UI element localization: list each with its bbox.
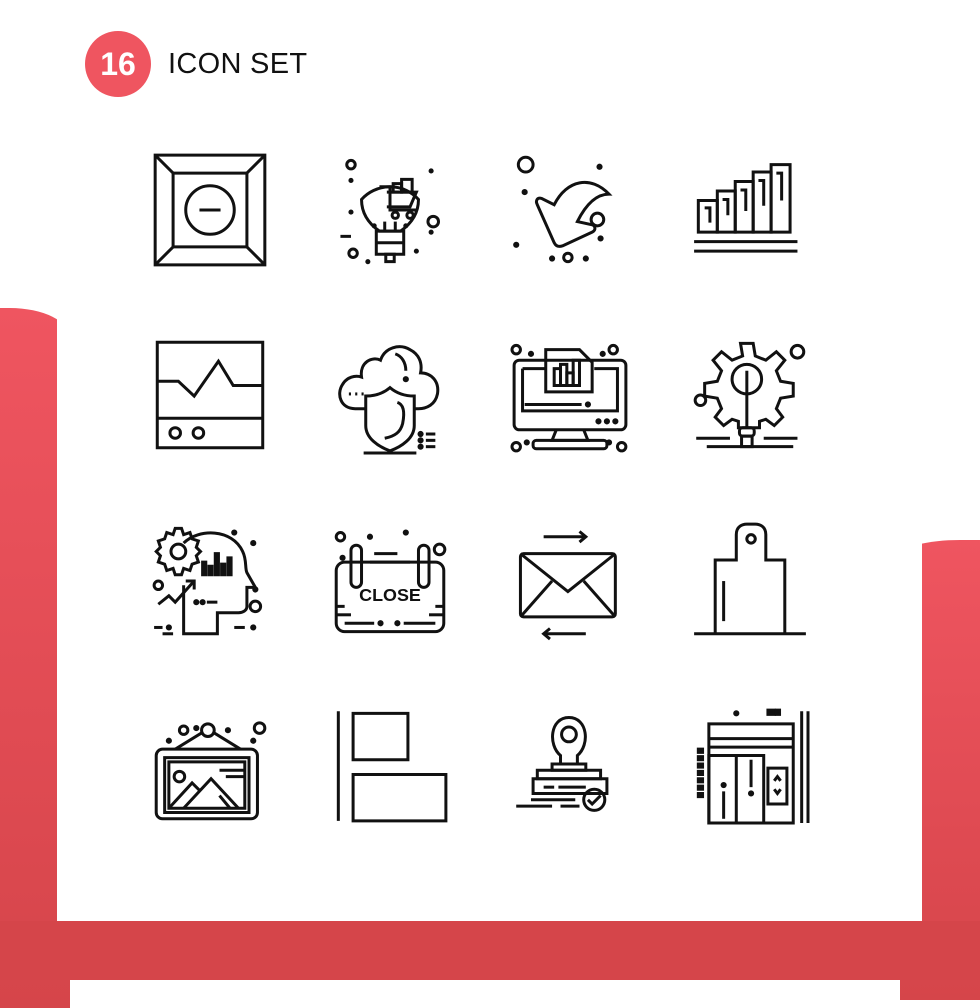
icon-count-badge: 16 xyxy=(85,31,151,97)
computer-report-chart-icon xyxy=(510,335,630,455)
icon-grid: CLOSE xyxy=(150,150,810,825)
curved-arrow-down-left-icon xyxy=(510,150,630,270)
monitor-line-graph-icon xyxy=(150,335,270,455)
gear-lightbulb-icon xyxy=(690,335,810,455)
box-minus-icon xyxy=(150,150,270,270)
head-gear-analytics-icon xyxy=(150,520,270,640)
email-exchange-icon xyxy=(510,520,630,640)
align-left-icon xyxy=(330,705,450,825)
lightbulb-shopping-cart-icon xyxy=(330,150,450,270)
cutting-board-icon xyxy=(690,520,810,640)
header: 16 ICON SET xyxy=(85,30,307,98)
framed-picture-icon xyxy=(150,705,270,825)
growth-bar-chart-icon xyxy=(690,150,810,270)
approved-stamp-icon xyxy=(510,705,630,825)
cloud-shield-icon xyxy=(330,335,450,455)
close-sign-text: CLOSE xyxy=(359,585,421,605)
background-band-bottom xyxy=(0,921,980,980)
page-title: ICON SET xyxy=(168,47,308,80)
close-sign-icon: CLOSE xyxy=(330,520,450,640)
elevator-icon xyxy=(690,705,810,825)
